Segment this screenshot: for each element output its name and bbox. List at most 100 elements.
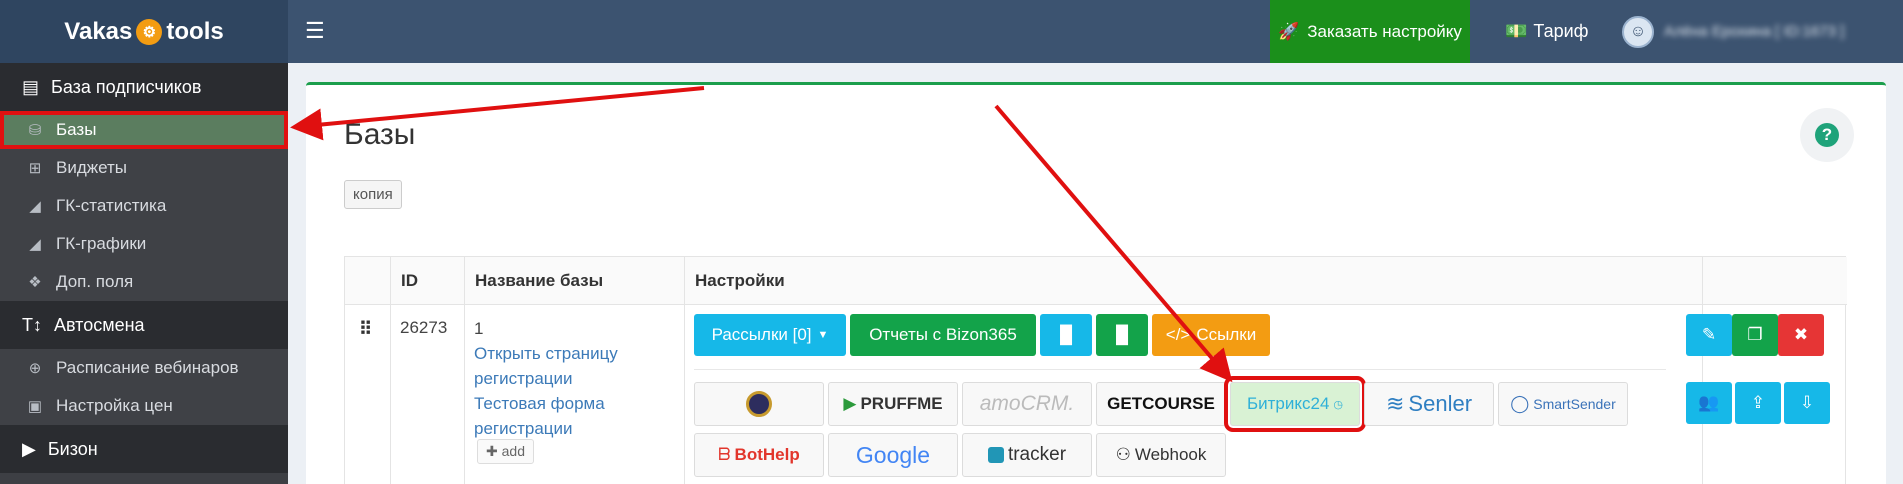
upload-button[interactable]: ⇪	[1735, 382, 1781, 424]
sidebar-section-label: Автосмена	[54, 314, 145, 335]
sidebar-item-label: Доп. поля	[56, 272, 134, 291]
sidebar-item-label: Расписание вебинаров	[56, 358, 239, 377]
sidebar-item-extra-fields[interactable]: ❖ Доп. поля	[0, 263, 288, 301]
text-height-icon: T↕	[22, 314, 42, 335]
integration-label: tracker	[1007, 444, 1067, 465]
senler-logo-icon: ≋	[1385, 391, 1405, 416]
drag-cell: ⠿	[345, 305, 391, 484]
logo-text-left: Vakas	[64, 17, 133, 45]
sidebar-item-bases[interactable]: ⛁ Базы	[0, 111, 288, 149]
order-setup-button[interactable]: 🚀 Заказать настройку	[1270, 0, 1470, 63]
copy-tag[interactable]: копия	[344, 180, 402, 209]
add-label: add	[501, 443, 525, 459]
bar-chart-icon: ▐▌	[1053, 325, 1079, 344]
download-button[interactable]: ⇩	[1784, 382, 1830, 424]
user-name: Алёна Ерохина [ ID:1673 ]	[1664, 23, 1845, 40]
test-form-link[interactable]: Тестовая форма регистрации	[474, 391, 674, 441]
sidebar-item-label: Базы	[56, 120, 97, 139]
sidebar-section-label: Бизон	[47, 438, 98, 459]
sidebar-item-label: ГК-графики	[56, 234, 147, 253]
database-icon: ⛁	[28, 122, 42, 139]
table-header-settings: Настройки	[685, 257, 1703, 305]
play-icon: ▶	[843, 394, 857, 413]
delete-button[interactable]: ✖	[1778, 314, 1824, 356]
clock-icon: ◷	[1333, 398, 1344, 411]
table-header-id: ID	[391, 257, 465, 305]
integration-tracker[interactable]: tracker	[962, 433, 1092, 477]
integration-smartsender[interactable]: ◯ SmartSender	[1498, 382, 1628, 426]
widget-icon: ⊞	[28, 160, 42, 177]
integration-google[interactable]: Google	[828, 433, 958, 477]
sidebar-item-price-settings[interactable]: ▣ Настройка цен	[0, 387, 288, 425]
calendar-plus-icon: ⊕	[28, 360, 42, 377]
sidebar-section-subscribers[interactable]: ▤ База подписчиков	[0, 63, 288, 111]
stats-chart-button[interactable]: ▐▌	[1040, 314, 1092, 356]
sidebar-item-gk-stats[interactable]: ◢ ГК-статистика	[0, 187, 288, 225]
integration-bizon-logo[interactable]	[694, 382, 824, 426]
integration-amocrm[interactable]: amoCRM.	[962, 382, 1092, 426]
reports-label: Отчеты с Bizon365	[869, 325, 1017, 344]
subscribers-button[interactable]: 👥	[1686, 382, 1732, 424]
copy-icon: ❐	[1747, 325, 1763, 344]
top-navbar: Vakas ⚙ tools ☰ 🚀 Заказать настройку 💵 Т…	[0, 0, 1903, 63]
cubes-icon: ❖	[28, 274, 42, 291]
sidebar-item-widgets[interactable]: ⊞ Виджеты	[0, 149, 288, 187]
row-name: 1	[474, 319, 484, 338]
tariff-label: Тариф	[1533, 21, 1589, 41]
tariff-link[interactable]: 💵 Тариф	[1505, 0, 1589, 63]
links-button[interactable]: </> Ссылки	[1152, 314, 1270, 356]
sidebar-section-bizon[interactable]: ▶ Бизон	[0, 425, 288, 473]
sidebar-item-label: ГК-статистика	[56, 196, 167, 215]
sidebar-item-label: Настройка цен	[56, 396, 173, 415]
close-icon: ✖	[1793, 325, 1809, 344]
integration-label: Senler	[1408, 391, 1473, 416]
integration-senler[interactable]: ≋ Senler	[1364, 382, 1494, 426]
help-button[interactable]: ?	[1800, 108, 1854, 162]
bizon-reports-button[interactable]: Отчеты с Bizon365	[850, 314, 1036, 356]
sidebar-item-webinar-schedule[interactable]: ⊕ Расписание вебинаров	[0, 349, 288, 387]
integration-getcourse[interactable]: GETCOURSE	[1096, 382, 1226, 426]
sidebar: ▤ База подписчиков ⛁ Базы ⊞ Виджеты ◢ ГК…	[0, 63, 288, 484]
mailings-dropdown-button[interactable]: Рассылки [0] ▼	[694, 314, 846, 356]
links-label: Ссылки	[1196, 325, 1257, 344]
logo-text-right: tools	[166, 17, 224, 45]
money-icon: 💵	[1505, 21, 1528, 41]
bothelp-logo-icon: ᗷ	[718, 445, 731, 464]
hamburger-icon[interactable]: ☰	[305, 18, 325, 44]
order-setup-label: Заказать настройку	[1307, 21, 1462, 41]
mailings-label: Рассылки [0]	[711, 325, 812, 344]
integration-label: PRUFFME	[860, 394, 943, 413]
code-icon: </>	[1165, 325, 1191, 344]
add-button[interactable]: ✚ add	[477, 439, 534, 464]
open-registration-link[interactable]: Открыть страницу регистрации	[474, 341, 674, 391]
gear-logo-icon: ⚙	[136, 18, 163, 45]
caret-down-icon: ▼	[817, 329, 829, 341]
integration-pruffme[interactable]: ▶ PRUFFME	[828, 382, 958, 426]
sidebar-item-gk-charts[interactable]: ◢ ГК-графики	[0, 225, 288, 263]
table-header-drag	[345, 257, 391, 305]
bar-chart-icon: ▐▌	[1109, 325, 1135, 344]
upload-icon: ⇪	[1750, 393, 1766, 412]
integration-label: BotHelp	[734, 445, 800, 464]
sidebar-section-autochange[interactable]: T↕ Автосмена	[0, 301, 288, 349]
row-id: 26273	[400, 318, 448, 337]
logo[interactable]: Vakas ⚙ tools	[64, 17, 224, 46]
plus-icon: ✚	[486, 443, 498, 459]
logo-area[interactable]: Vakas ⚙ tools	[0, 0, 288, 63]
integration-webhook[interactable]: ⚇ Webhook	[1096, 433, 1226, 477]
integration-label: Webhook	[1134, 445, 1207, 464]
area-chart-icon: ◢	[29, 236, 41, 253]
integration-label: SmartSender	[1533, 396, 1616, 412]
area-chart-icon: ◢	[29, 198, 41, 215]
sidebar-item-label: Виджеты	[56, 158, 128, 177]
user-menu[interactable]: ☺ Алёна Ерохина [ ID:1673 ]	[1622, 0, 1844, 63]
copy-button[interactable]: ❐	[1732, 314, 1778, 356]
settings-divider	[694, 369, 1666, 370]
integration-bitrix24[interactable]: Битрикс24 ◷	[1224, 376, 1366, 432]
edit-button[interactable]: ✎	[1686, 314, 1732, 356]
table-header-actions	[1703, 257, 1847, 305]
integration-bothelp[interactable]: ᗷ BotHelp	[694, 433, 824, 477]
smartsender-logo-icon: ◯	[1510, 394, 1530, 413]
green-chart-button[interactable]: ▐▌	[1096, 314, 1148, 356]
drag-handle-icon[interactable]: ⠿	[359, 319, 372, 340]
